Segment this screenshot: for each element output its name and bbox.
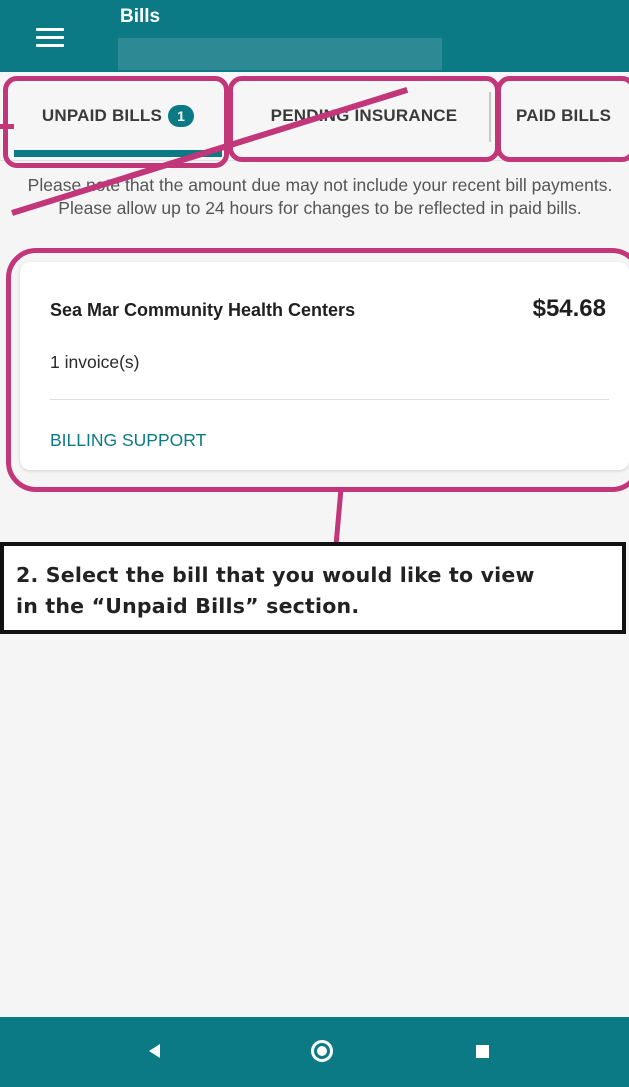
tab-unpaid-label: UNPAID BILLS	[41, 106, 163, 125]
tab-divider	[489, 92, 491, 142]
card-divider	[50, 399, 609, 400]
instruction-line-2: in the “Unpaid Bills” section.	[16, 594, 360, 618]
billing-support-link[interactable]: BILLING SUPPORT	[50, 430, 206, 451]
tab-paid-label: PAID BILLS	[516, 106, 612, 125]
tab-unpaid-bills[interactable]: UNPAID BILLS 1	[14, 72, 222, 160]
tab-paid-bills[interactable]: PAID BILLS	[498, 72, 629, 160]
invoice-count: 1 invoice(s)	[50, 352, 140, 372]
system-nav-bar	[0, 1017, 629, 1087]
page-title: Bills	[120, 6, 161, 27]
tab-divider	[226, 92, 228, 142]
redacted-subtitle	[118, 38, 442, 70]
callout-connector-line	[333, 489, 344, 545]
app-bar: Bills	[0, 0, 629, 72]
recents-icon[interactable]	[476, 1045, 489, 1058]
instruction-callout: 2. Select the bill that you would like t…	[0, 542, 626, 634]
menu-icon[interactable]	[36, 26, 64, 48]
callout-pointer-stub	[0, 124, 14, 129]
tab-pending-insurance[interactable]: PENDING INSURANCE	[232, 72, 496, 160]
amount-due: $54.68	[532, 295, 606, 322]
home-icon[interactable]	[311, 1040, 333, 1062]
provider-name: Sea Mar Community Health Centers	[50, 300, 356, 320]
back-icon[interactable]	[149, 1044, 160, 1058]
bill-card[interactable]: Sea Mar Community Health Centers $54.68 …	[20, 262, 629, 470]
instruction-line-1: 2. Select the bill that you would like t…	[16, 563, 535, 587]
unpaid-count-badge: 1	[168, 105, 195, 127]
